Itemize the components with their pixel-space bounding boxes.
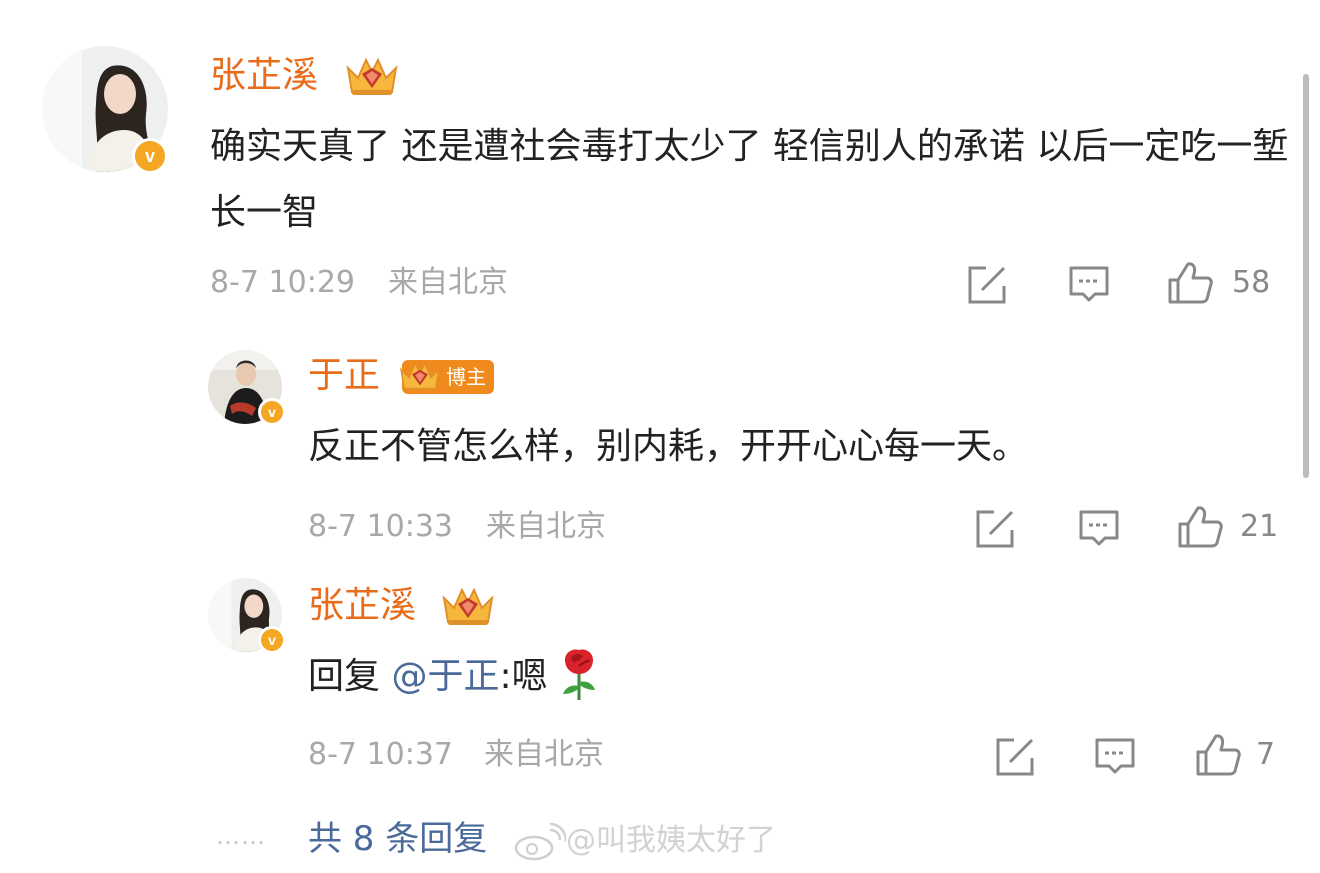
comment-time: 8-7 10:29 xyxy=(210,265,355,300)
comment-text: 回复 @于正:嗯 xyxy=(308,644,908,710)
comment-time: 8-7 10:33 xyxy=(308,509,453,544)
mention-link[interactable]: @于正 xyxy=(391,656,499,697)
username[interactable]: 于正 xyxy=(308,358,380,394)
comment-text: 反正不管怎么样，别内耗，开开心心每一天。 xyxy=(308,426,1029,467)
username[interactable]: 张芷溪 xyxy=(210,58,318,94)
verified-v-icon: v xyxy=(258,398,286,426)
username[interactable]: 张芷溪 xyxy=(308,588,416,624)
like-count: 58 xyxy=(1232,265,1271,300)
share-icon[interactable] xyxy=(966,264,1008,306)
comment-time: 8-7 10:37 xyxy=(308,737,453,772)
rose-icon xyxy=(563,649,596,700)
crown-icon xyxy=(346,57,398,95)
more-dots: …… xyxy=(216,822,266,850)
like-icon[interactable] xyxy=(1166,260,1214,306)
comment-location: 来自北京 xyxy=(388,265,508,300)
verified-v-icon: v xyxy=(258,626,286,654)
crown-icon xyxy=(399,361,441,390)
crown-icon xyxy=(442,587,494,625)
comment-location: 来自北京 xyxy=(484,737,604,772)
comment-text: 确实天真了 还是遭社会毒打太少了 轻信别人的承诺 以后一定吃一堑长一智 xyxy=(210,126,1289,233)
verified-v-icon: v xyxy=(132,138,168,174)
reply-prefix: 回复 xyxy=(308,656,381,697)
more-replies-link[interactable]: 共 8 条回复 xyxy=(308,822,487,856)
scrollbar[interactable] xyxy=(1303,74,1309,478)
share-icon[interactable] xyxy=(974,508,1016,550)
weibo-logo-icon xyxy=(514,822,566,861)
like-icon[interactable] xyxy=(1176,504,1224,550)
like-count: 21 xyxy=(1240,509,1279,544)
watermark: @叫我姨太好了 xyxy=(566,823,776,858)
comment-icon[interactable] xyxy=(1068,264,1110,306)
comment-icon[interactable] xyxy=(1094,736,1136,778)
comment-icon[interactable] xyxy=(1078,508,1120,550)
like-count: 7 xyxy=(1256,737,1276,772)
like-icon[interactable] xyxy=(1194,732,1242,778)
share-icon[interactable] xyxy=(994,736,1036,778)
reply-text: :嗯 xyxy=(499,656,548,697)
comment-location: 来自北京 xyxy=(486,509,606,544)
